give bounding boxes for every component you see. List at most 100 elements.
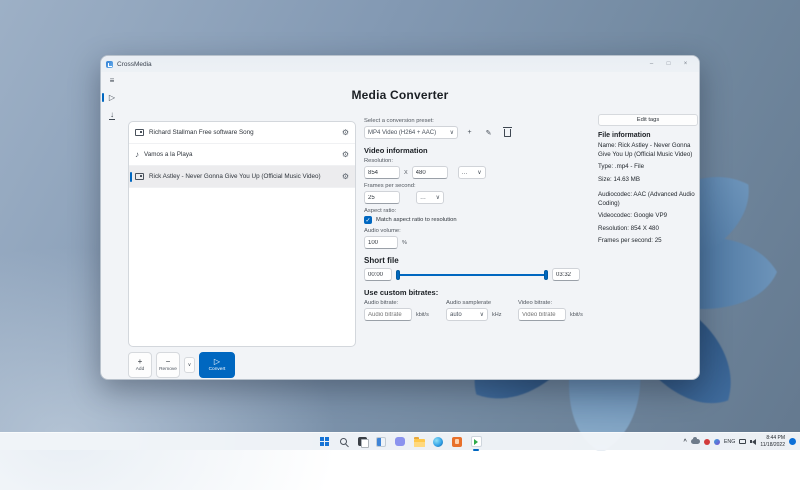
plus-icon: + bbox=[467, 129, 471, 136]
nav-download-tab[interactable]: ↓ bbox=[101, 106, 123, 123]
close-icon[interactable]: × bbox=[677, 57, 694, 71]
chevron-down-icon: ∨ bbox=[450, 129, 454, 136]
onedrive-icon[interactable] bbox=[691, 439, 700, 444]
running-app-icon bbox=[471, 436, 482, 447]
left-nav-rail: ≡ ▷ ↓ bbox=[101, 72, 123, 379]
tray-app-icon[interactable] bbox=[704, 439, 710, 445]
nav-menu-button[interactable]: ≡ bbox=[101, 72, 123, 89]
gear-icon[interactable]: ⚙ bbox=[342, 172, 349, 181]
taskbar: ^ ENG 8:44 PM 11/18/2022 bbox=[0, 432, 800, 450]
aspect-ratio-checkbox[interactable]: ✓ bbox=[364, 216, 372, 224]
samplerate-dropdown[interactable]: auto ∨ bbox=[446, 308, 488, 321]
edit-preset-button[interactable]: ✎ bbox=[481, 126, 496, 139]
edge-icon bbox=[433, 437, 443, 447]
file-list-panel: Richard Stallman Free software Song ⚙ ♪ … bbox=[128, 121, 356, 347]
download-icon: ↓ bbox=[110, 111, 114, 119]
video-file-icon bbox=[135, 173, 144, 180]
minus-icon: − bbox=[166, 358, 171, 366]
list-item-selected[interactable]: Rick Astley - Never Gonna Give You Up (O… bbox=[129, 166, 355, 188]
app-title: CrossMedia bbox=[117, 61, 152, 68]
delete-preset-button[interactable] bbox=[500, 126, 515, 139]
convert-label: Convert bbox=[209, 367, 226, 372]
hamburger-menu-icon: ≡ bbox=[110, 76, 115, 85]
video-bitrate-label: Video bitrate: bbox=[518, 300, 596, 306]
widgets-button[interactable] bbox=[375, 436, 387, 448]
convert-button[interactable]: ▷ Convert bbox=[199, 352, 235, 378]
list-item[interactable]: ♪ Vamos a la Playa ⚙ bbox=[129, 144, 355, 166]
taskbar-clock[interactable]: 8:44 PM 11/18/2022 bbox=[760, 435, 785, 448]
video-info-heading: Video information bbox=[364, 146, 596, 155]
crossmedia-window: CrossMedia – □ × ≡ ▷ ↓ Media Converter R… bbox=[100, 55, 700, 380]
display-icon[interactable] bbox=[739, 439, 746, 444]
store-button[interactable] bbox=[451, 436, 463, 448]
file-explorer-button[interactable] bbox=[413, 436, 425, 448]
chevron-down-icon: ∨ bbox=[477, 169, 481, 176]
clock-date: 11/18/2022 bbox=[760, 442, 785, 449]
play-icon: ▷ bbox=[214, 358, 220, 366]
short-file-heading: Short file bbox=[364, 256, 596, 265]
edge-button[interactable] bbox=[432, 436, 444, 448]
music-file-icon: ♪ bbox=[135, 151, 139, 159]
add-label: Add bbox=[136, 367, 145, 372]
gear-icon[interactable]: ⚙ bbox=[342, 150, 349, 159]
windows-logo-icon bbox=[320, 437, 329, 446]
add-button[interactable]: + Add bbox=[128, 352, 152, 378]
fps-preset-dropdown[interactable]: … ∨ bbox=[416, 191, 444, 204]
file-info-resolution: Resolution: 854 X 480 bbox=[598, 225, 698, 234]
trim-range-slider[interactable] bbox=[396, 270, 548, 280]
window-titlebar[interactable]: CrossMedia – □ × bbox=[101, 56, 699, 72]
file-info-panel: Edit tags File information Name: Rick As… bbox=[598, 114, 698, 250]
fps-input[interactable] bbox=[364, 191, 400, 204]
task-view-button[interactable] bbox=[356, 436, 368, 448]
audio-volume-input[interactable] bbox=[364, 236, 398, 249]
remove-options-button[interactable]: ∨ bbox=[184, 357, 195, 373]
video-bitrate-input[interactable] bbox=[518, 308, 566, 321]
samplerate-value: auto bbox=[450, 312, 462, 318]
slider-handle-start[interactable] bbox=[396, 270, 400, 280]
slider-handle-end[interactable] bbox=[544, 270, 548, 280]
gear-icon[interactable]: ⚙ bbox=[342, 128, 349, 137]
chevron-down-icon: ∨ bbox=[188, 362, 192, 368]
trim-start-input[interactable] bbox=[364, 268, 392, 281]
resolution-height-input[interactable] bbox=[412, 166, 448, 179]
resolution-width-input[interactable] bbox=[364, 166, 400, 179]
audio-bitrate-input[interactable] bbox=[364, 308, 412, 321]
widgets-icon bbox=[376, 437, 386, 447]
file-info-videocodec: Videocodec: Google VP9 bbox=[598, 212, 698, 221]
notification-badge[interactable] bbox=[789, 438, 796, 445]
list-item[interactable]: Richard Stallman Free software Song ⚙ bbox=[129, 122, 355, 144]
pencil-icon: ✎ bbox=[486, 129, 492, 137]
language-indicator[interactable]: ENG bbox=[724, 439, 735, 445]
start-button[interactable] bbox=[318, 436, 330, 448]
maximize-icon[interactable]: □ bbox=[660, 57, 677, 71]
chat-icon bbox=[395, 437, 405, 446]
check-icon: ✓ bbox=[365, 217, 370, 224]
preset-dropdown[interactable]: MP4 Video (H264 + AAC) ∨ bbox=[364, 126, 458, 139]
list-actions: + Add − Remove ∨ ▷ Convert bbox=[128, 352, 235, 378]
file-info-name: Name: Rick Astley - Never Gonna Give You… bbox=[598, 142, 698, 160]
remove-button[interactable]: − Remove bbox=[156, 352, 180, 378]
tray-app-icon[interactable] bbox=[714, 439, 720, 445]
tray-overflow-chevron[interactable]: ^ bbox=[683, 439, 687, 445]
file-info-size: Size: 14.63 MB bbox=[598, 176, 698, 185]
file-info-type: Type: .mp4 - File bbox=[598, 163, 698, 172]
preset-label: Select a conversion preset: bbox=[364, 118, 596, 124]
chevron-down-icon: ∨ bbox=[480, 311, 484, 318]
file-name: Rick Astley - Never Gonna Give You Up (O… bbox=[149, 173, 321, 180]
resolution-preset-dropdown[interactable]: … ∨ bbox=[458, 166, 486, 179]
file-name: Vamos a la Playa bbox=[144, 151, 193, 158]
crossmedia-taskbar-button[interactable] bbox=[470, 436, 482, 448]
resolution-separator: X bbox=[404, 170, 408, 176]
video-bitrate-unit: kbit/s bbox=[570, 312, 583, 318]
fps-label: Frames per second: bbox=[364, 183, 596, 189]
aspect-checkbox-label: Match aspect ratio to resolution bbox=[376, 217, 457, 223]
trim-end-input[interactable] bbox=[552, 268, 580, 281]
add-preset-button[interactable]: + bbox=[462, 126, 477, 139]
minimize-icon[interactable]: – bbox=[643, 57, 660, 71]
search-button[interactable] bbox=[337, 436, 349, 448]
chat-button[interactable] bbox=[394, 436, 406, 448]
audio-bitrate-label: Audio bitrate: bbox=[364, 300, 446, 306]
edit-tags-button[interactable]: Edit tags bbox=[598, 114, 698, 126]
volume-icon[interactable] bbox=[750, 439, 756, 445]
app-icon bbox=[106, 61, 113, 68]
